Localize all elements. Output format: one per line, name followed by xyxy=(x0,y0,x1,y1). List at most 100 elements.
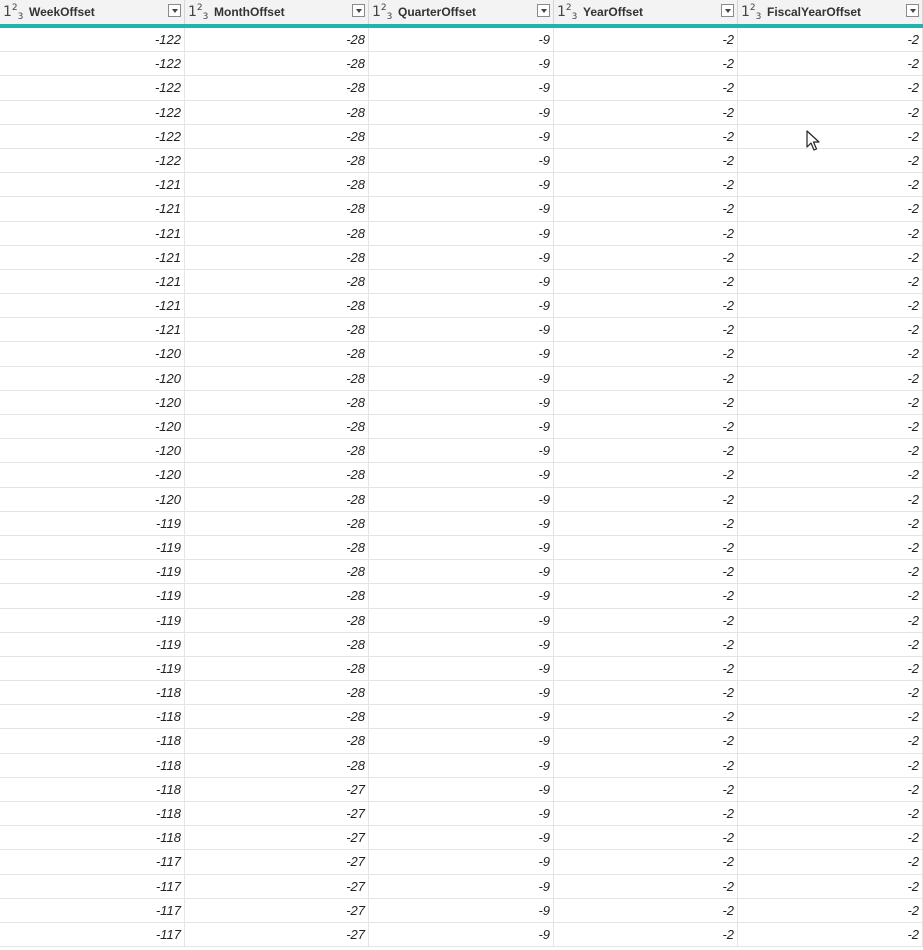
table-cell-quarteroffset[interactable]: -9 xyxy=(369,802,554,826)
table-cell-quarteroffset[interactable]: -9 xyxy=(369,535,554,560)
table-cell-weekoffset[interactable]: -122 xyxy=(0,28,185,52)
table-cell-monthoffset[interactable]: -28 xyxy=(185,366,369,390)
table-cell-weekoffset[interactable]: -120 xyxy=(0,342,185,366)
table-cell-fiscalyearoffset[interactable]: -2 xyxy=(738,439,923,463)
table-cell-monthoffset[interactable]: -28 xyxy=(185,511,369,535)
table-cell-fiscalyearoffset[interactable]: -2 xyxy=(738,390,923,414)
table-cell-quarteroffset[interactable]: -9 xyxy=(369,850,554,874)
table-cell-fiscalyearoffset[interactable]: -2 xyxy=(738,753,923,777)
table-cell-monthoffset[interactable]: -27 xyxy=(185,826,369,850)
table-cell-quarteroffset[interactable]: -9 xyxy=(369,76,554,100)
table-cell-weekoffset[interactable]: -121 xyxy=(0,245,185,269)
table-cell-fiscalyearoffset[interactable]: -2 xyxy=(738,584,923,608)
table-cell-quarteroffset[interactable]: -9 xyxy=(369,124,554,148)
table-cell-weekoffset[interactable]: -122 xyxy=(0,148,185,173)
table-cell-monthoffset[interactable]: -28 xyxy=(185,318,369,342)
table-cell-yearoffset[interactable]: -2 xyxy=(554,294,738,318)
table-cell-fiscalyearoffset[interactable]: -2 xyxy=(738,608,923,632)
number-type-icon[interactable]: 123 xyxy=(557,1,579,24)
table-cell-fiscalyearoffset[interactable]: -2 xyxy=(738,342,923,366)
table-cell-weekoffset[interactable]: -117 xyxy=(0,850,185,874)
table-cell-monthoffset[interactable]: -28 xyxy=(185,439,369,463)
table-cell-yearoffset[interactable]: -2 xyxy=(554,318,738,342)
table-cell-weekoffset[interactable]: -120 xyxy=(0,415,185,439)
table-cell-fiscalyearoffset[interactable]: -2 xyxy=(738,294,923,318)
table-cell-yearoffset[interactable]: -2 xyxy=(554,415,738,439)
column-header-quarteroffset[interactable]: 123 QuarterOffset xyxy=(369,0,554,24)
table-cell-weekoffset[interactable]: -122 xyxy=(0,52,185,76)
table-cell-monthoffset[interactable]: -27 xyxy=(185,922,369,947)
table-cell-weekoffset[interactable]: -118 xyxy=(0,705,185,729)
table-cell-yearoffset[interactable]: -2 xyxy=(554,221,738,245)
table-cell-quarteroffset[interactable]: -9 xyxy=(369,439,554,463)
table-cell-monthoffset[interactable]: -28 xyxy=(185,52,369,76)
table-cell-weekoffset[interactable]: -120 xyxy=(0,439,185,463)
table-cell-quarteroffset[interactable]: -9 xyxy=(369,415,554,439)
table-cell-yearoffset[interactable]: -2 xyxy=(554,608,738,632)
table-cell-weekoffset[interactable]: -122 xyxy=(0,76,185,100)
table-cell-quarteroffset[interactable]: -9 xyxy=(369,777,554,801)
table-cell-monthoffset[interactable]: -27 xyxy=(185,777,369,801)
table-cell-quarteroffset[interactable]: -9 xyxy=(369,511,554,535)
table-cell-quarteroffset[interactable]: -9 xyxy=(369,632,554,656)
table-cell-weekoffset[interactable]: -119 xyxy=(0,535,185,560)
table-cell-quarteroffset[interactable]: -9 xyxy=(369,463,554,487)
table-cell-yearoffset[interactable]: -2 xyxy=(554,656,738,681)
table-cell-fiscalyearoffset[interactable]: -2 xyxy=(738,415,923,439)
table-cell-fiscalyearoffset[interactable]: -2 xyxy=(738,560,923,584)
table-cell-quarteroffset[interactable]: -9 xyxy=(369,390,554,414)
table-cell-yearoffset[interactable]: -2 xyxy=(554,802,738,826)
table-cell-yearoffset[interactable]: -2 xyxy=(554,850,738,874)
table-cell-yearoffset[interactable]: -2 xyxy=(554,148,738,173)
table-cell-fiscalyearoffset[interactable]: -2 xyxy=(738,898,923,922)
table-cell-monthoffset[interactable]: -28 xyxy=(185,584,369,608)
table-cell-fiscalyearoffset[interactable]: -2 xyxy=(738,535,923,560)
table-cell-monthoffset[interactable]: -28 xyxy=(185,342,369,366)
table-cell-monthoffset[interactable]: -28 xyxy=(185,729,369,753)
table-cell-fiscalyearoffset[interactable]: -2 xyxy=(738,245,923,269)
table-cell-yearoffset[interactable]: -2 xyxy=(554,826,738,850)
table-cell-monthoffset[interactable]: -28 xyxy=(185,221,369,245)
table-cell-fiscalyearoffset[interactable]: -2 xyxy=(738,28,923,52)
table-cell-yearoffset[interactable]: -2 xyxy=(554,632,738,656)
table-cell-fiscalyearoffset[interactable]: -2 xyxy=(738,76,923,100)
table-cell-weekoffset[interactable]: -119 xyxy=(0,584,185,608)
table-cell-weekoffset[interactable]: -121 xyxy=(0,197,185,221)
table-cell-fiscalyearoffset[interactable]: -2 xyxy=(738,656,923,681)
table-cell-fiscalyearoffset[interactable]: -2 xyxy=(738,511,923,535)
table-cell-quarteroffset[interactable]: -9 xyxy=(369,584,554,608)
table-cell-quarteroffset[interactable]: -9 xyxy=(369,366,554,390)
table-cell-quarteroffset[interactable]: -9 xyxy=(369,269,554,294)
table-cell-yearoffset[interactable]: -2 xyxy=(554,681,738,705)
table-cell-quarteroffset[interactable]: -9 xyxy=(369,148,554,173)
column-header-weekoffset[interactable]: 123 WeekOffset xyxy=(0,0,185,24)
column-header-monthoffset[interactable]: 123 MonthOffset xyxy=(185,0,369,24)
column-header-fiscalyearoffset[interactable]: 123 FiscalYearOffset xyxy=(738,0,923,24)
table-cell-quarteroffset[interactable]: -9 xyxy=(369,874,554,898)
table-cell-weekoffset[interactable]: -122 xyxy=(0,124,185,148)
table-cell-yearoffset[interactable]: -2 xyxy=(554,898,738,922)
table-cell-yearoffset[interactable]: -2 xyxy=(554,197,738,221)
table-cell-yearoffset[interactable]: -2 xyxy=(554,874,738,898)
table-cell-fiscalyearoffset[interactable]: -2 xyxy=(738,197,923,221)
table-cell-yearoffset[interactable]: -2 xyxy=(554,463,738,487)
table-cell-fiscalyearoffset[interactable]: -2 xyxy=(738,705,923,729)
filter-dropdown-icon[interactable] xyxy=(352,4,365,17)
table-cell-yearoffset[interactable]: -2 xyxy=(554,705,738,729)
table-cell-weekoffset[interactable]: -118 xyxy=(0,777,185,801)
table-cell-quarteroffset[interactable]: -9 xyxy=(369,487,554,511)
table-cell-weekoffset[interactable]: -121 xyxy=(0,173,185,197)
number-type-icon[interactable]: 123 xyxy=(741,1,763,24)
table-cell-quarteroffset[interactable]: -9 xyxy=(369,560,554,584)
table-cell-monthoffset[interactable]: -27 xyxy=(185,874,369,898)
number-type-icon[interactable]: 123 xyxy=(188,1,210,24)
table-cell-yearoffset[interactable]: -2 xyxy=(554,729,738,753)
table-cell-quarteroffset[interactable]: -9 xyxy=(369,221,554,245)
table-cell-yearoffset[interactable]: -2 xyxy=(554,487,738,511)
table-cell-weekoffset[interactable]: -120 xyxy=(0,463,185,487)
table-cell-yearoffset[interactable]: -2 xyxy=(554,28,738,52)
table-cell-fiscalyearoffset[interactable]: -2 xyxy=(738,52,923,76)
table-cell-monthoffset[interactable]: -28 xyxy=(185,76,369,100)
table-cell-quarteroffset[interactable]: -9 xyxy=(369,100,554,124)
table-cell-monthoffset[interactable]: -28 xyxy=(185,753,369,777)
